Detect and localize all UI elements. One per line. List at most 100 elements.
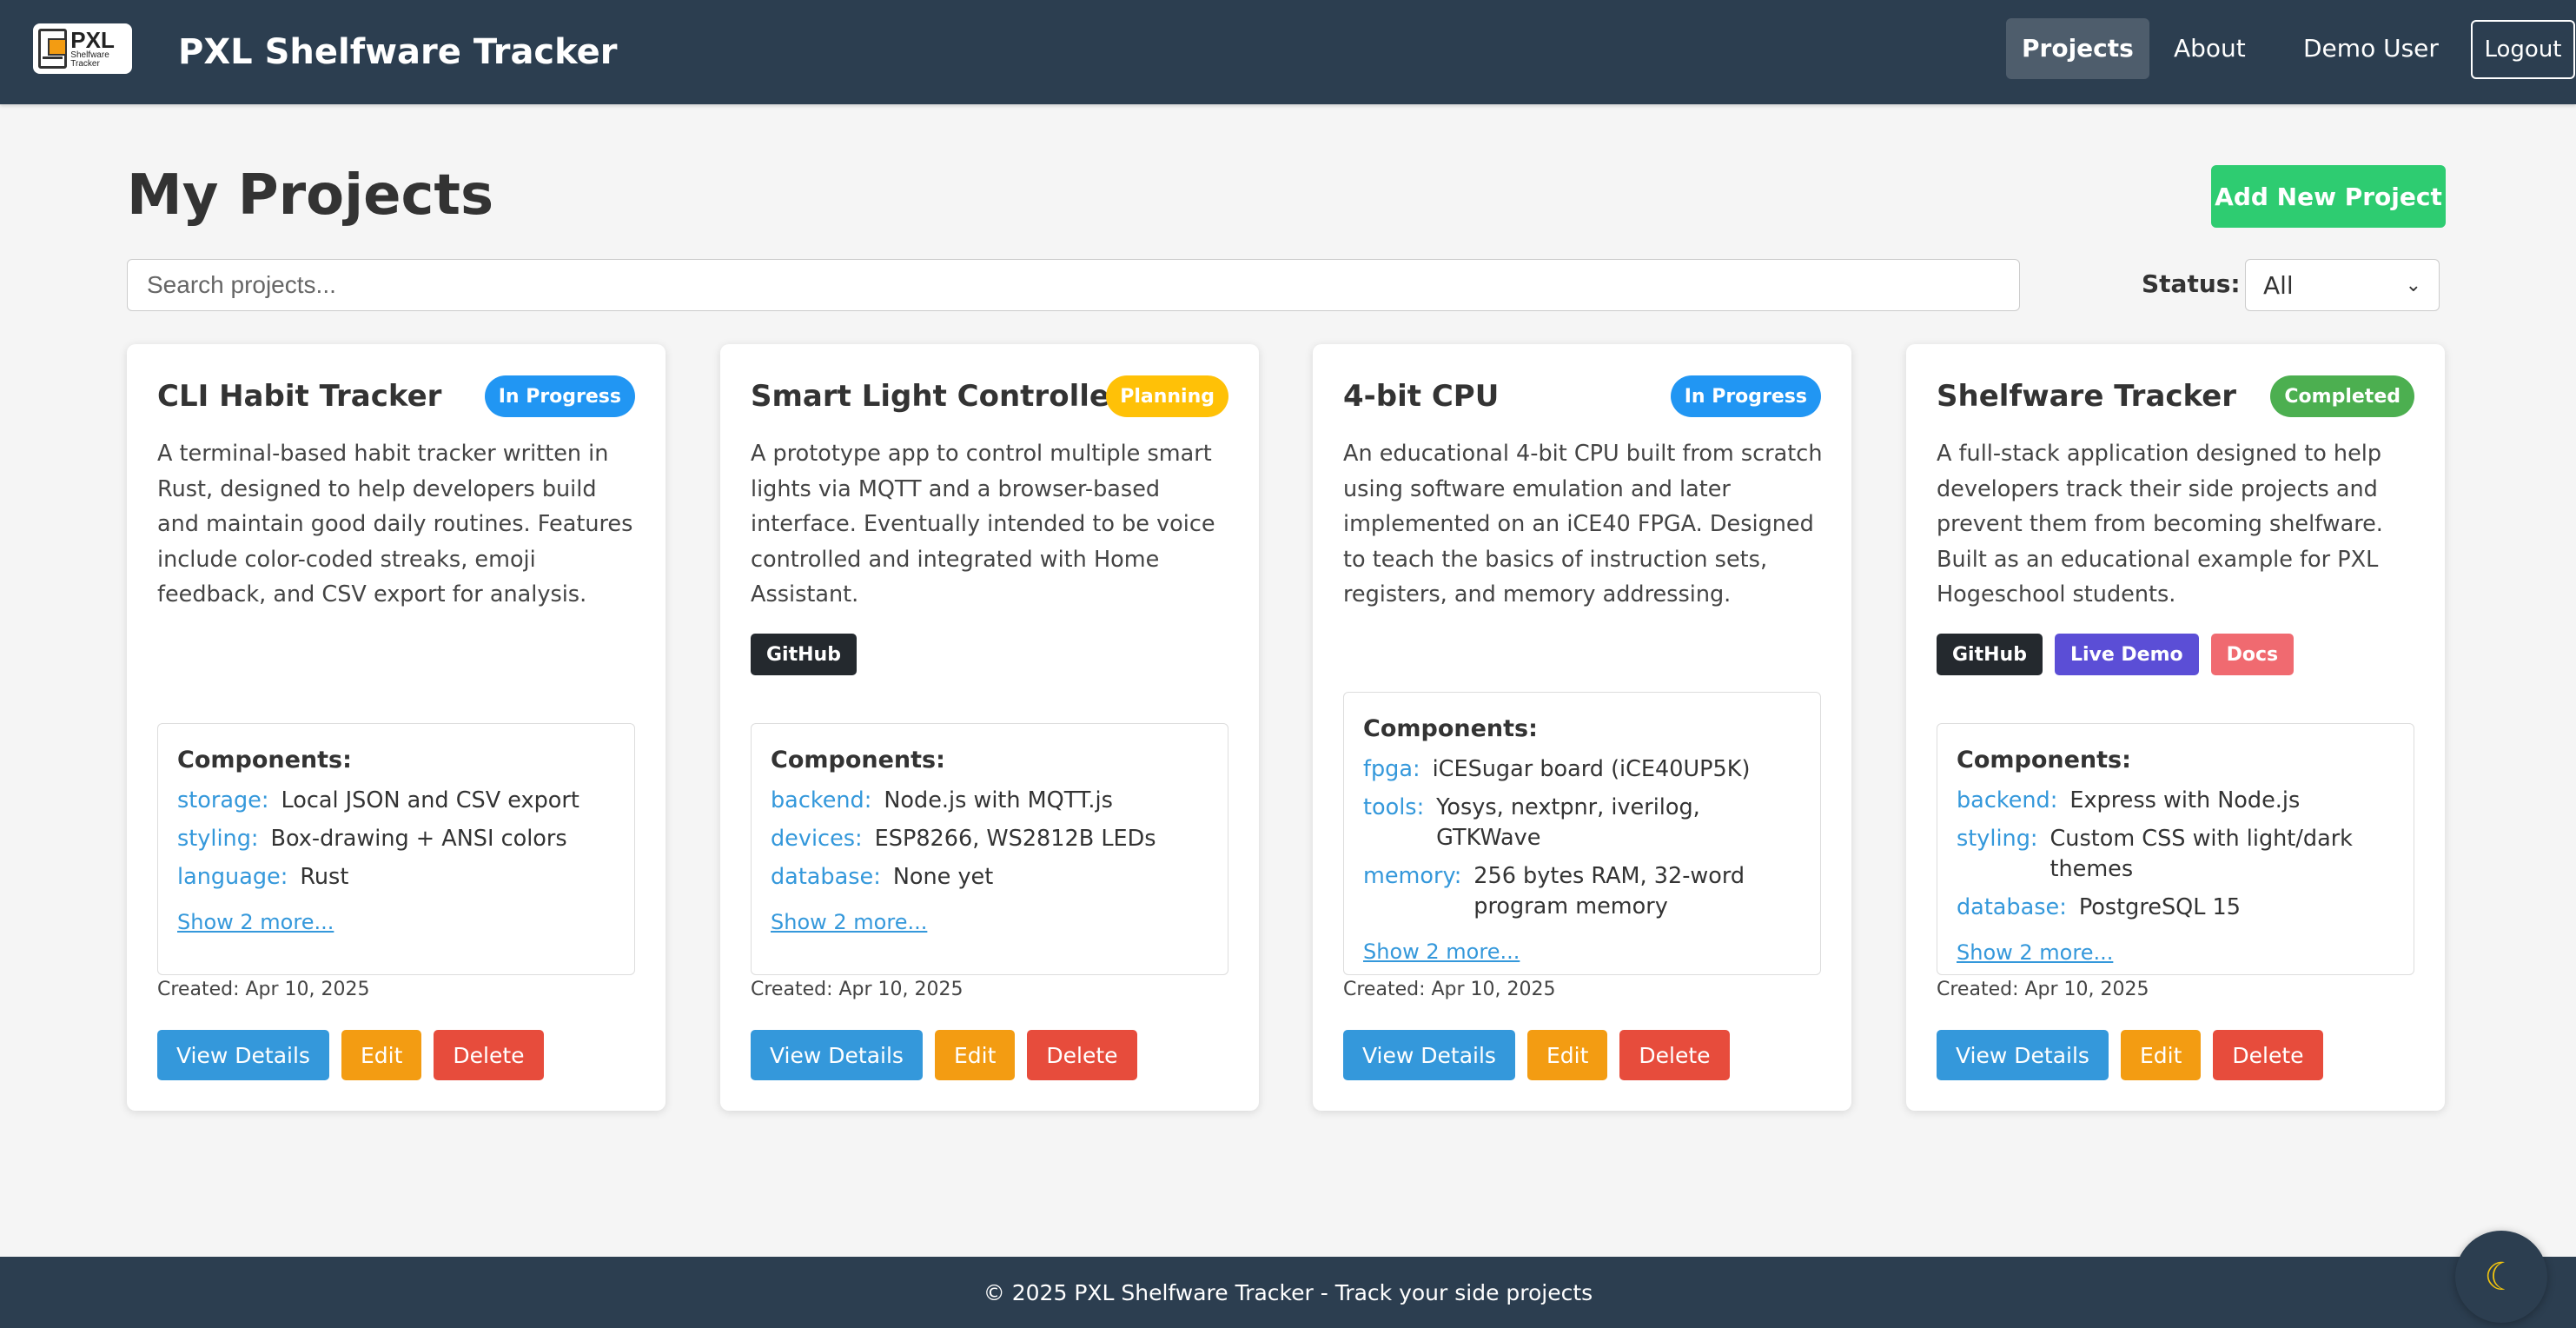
show-more-link[interactable]: Show 2 more... <box>771 910 1209 950</box>
component-key: devices: <box>771 826 863 852</box>
search-input[interactable] <box>127 259 2020 311</box>
components-heading: Components: <box>1363 715 1538 742</box>
component-value: Local JSON and CSV export <box>281 787 579 813</box>
component-row: database: None yet <box>771 862 1209 893</box>
component-key: backend: <box>1957 787 2058 813</box>
component-row: styling: Custom CSS with light/dark them… <box>1957 824 2394 885</box>
show-more-link[interactable]: Show 2 more... <box>1363 940 1801 979</box>
components-heading: Components: <box>1957 747 2131 774</box>
logo-mark-icon <box>38 29 68 69</box>
delete-button[interactable]: Delete <box>1027 1030 1137 1080</box>
project-card: CLI Habit Tracker In Progress A terminal… <box>127 344 666 1111</box>
component-value: iCESugar board (iCE40UP5K) <box>1432 756 1751 782</box>
edit-button[interactable]: Edit <box>341 1030 422 1080</box>
component-key: database: <box>1957 894 2067 920</box>
project-title: 4-bit CPU <box>1343 379 1500 414</box>
created-date: Created: Apr 10, 2025 <box>1937 979 2149 1000</box>
nav-projects[interactable]: Projects <box>2006 18 2149 79</box>
project-description: A terminal-based habit tracker written i… <box>157 441 633 608</box>
github-link[interactable]: GitHub <box>751 634 857 675</box>
component-key: styling: <box>1957 826 2038 852</box>
add-project-button[interactable]: Add New Project <box>2211 165 2446 228</box>
status-filter-label: Status: <box>2142 269 2241 298</box>
component-value: Yosys, nextpnr, iverilog, GTKWave <box>1436 794 1700 851</box>
logo-subtext: Shelfware Tracker <box>70 50 109 69</box>
created-date: Created: Apr 10, 2025 <box>751 979 964 1000</box>
component-value: PostgreSQL 15 <box>2078 894 2241 920</box>
component-key: memory: <box>1363 863 1462 889</box>
components-heading: Components: <box>771 747 945 774</box>
show-more-link[interactable]: Show 2 more... <box>1957 940 2394 980</box>
status-badge: In Progress <box>1670 375 1821 417</box>
component-row: backend: Express with Node.js <box>1957 786 2394 816</box>
component-key: styling: <box>177 826 259 852</box>
component-row: fpga: iCESugar board (iCE40UP5K) <box>1363 754 1801 785</box>
card-actions: View Details Edit Delete <box>157 1030 544 1080</box>
components-box: Components: backend: Express with Node.j… <box>1937 723 2414 975</box>
component-row: language: Rust <box>177 862 615 893</box>
brand-title[interactable]: PXL Shelfware Tracker <box>178 26 618 78</box>
card-actions: View Details Edit Delete <box>1343 1030 1730 1080</box>
status-filter-value: All <box>2263 270 2294 300</box>
component-key: tools: <box>1363 794 1425 820</box>
show-more-link[interactable]: Show 2 more... <box>177 910 615 950</box>
components-box: Components: storage: Local JSON and CSV … <box>157 723 635 975</box>
logo-text: PXL <box>70 27 115 53</box>
project-links: GitHub Live Demo Docs <box>1937 634 2295 675</box>
view-details-button[interactable]: View Details <box>1937 1030 2109 1080</box>
component-key: language: <box>177 864 288 890</box>
page-title: My Projects <box>127 163 494 228</box>
created-date: Created: Apr 10, 2025 <box>157 979 370 1000</box>
theme-toggle-button[interactable]: ☾ <box>2455 1231 2547 1323</box>
components-box: Components: fpga: iCESugar board (iCE40U… <box>1343 692 1821 975</box>
live-demo-link[interactable]: Live Demo <box>2054 634 2199 675</box>
component-row: tools: Yosys, nextpnr, iverilog, GTKWave <box>1363 793 1801 853</box>
edit-button[interactable]: Edit <box>1526 1030 1608 1080</box>
component-value: Box-drawing + ANSI colors <box>270 826 567 852</box>
app-logo[interactable]: PXL Shelfware Tracker <box>33 23 132 74</box>
component-value: ESP8266, WS2812B LEDs <box>874 826 1156 852</box>
status-filter-select[interactable]: All ⌄ <box>2245 259 2440 311</box>
view-details-button[interactable]: View Details <box>751 1030 923 1080</box>
view-details-button[interactable]: View Details <box>157 1030 329 1080</box>
github-link[interactable]: GitHub <box>1937 634 2043 675</box>
view-details-button[interactable]: View Details <box>1343 1030 1515 1080</box>
navbar: PXL Shelfware Tracker PXL Shelfware Trac… <box>0 0 2576 104</box>
component-value: Rust <box>300 864 349 890</box>
component-value: Custom CSS with light/dark themes <box>2050 826 2353 882</box>
chevron-down-icon: ⌄ <box>2405 274 2421 296</box>
component-value: None yet <box>892 864 994 890</box>
edit-button[interactable]: Edit <box>2120 1030 2202 1080</box>
footer-text: © 2025 PXL Shelfware Tracker - Track you… <box>983 1279 1593 1305</box>
card-actions: View Details Edit Delete <box>751 1030 1137 1080</box>
component-value: 256 bytes RAM, 32-word program memory <box>1473 863 1745 920</box>
component-row: storage: Local JSON and CSV export <box>177 786 615 816</box>
component-row: devices: ESP8266, WS2812B LEDs <box>771 824 1209 854</box>
nav-user[interactable]: Demo User <box>2288 18 2454 79</box>
component-key: storage: <box>177 787 269 813</box>
project-description: A full-stack application designed to hel… <box>1937 441 2383 608</box>
status-badge: In Progress <box>484 375 635 417</box>
component-value: Express with Node.js <box>2069 787 2301 813</box>
components-box: Components: backend: Node.js with MQTT.j… <box>751 723 1228 975</box>
project-card: Shelfware Tracker Completed A full-stack… <box>1906 344 2445 1111</box>
component-row: memory: 256 bytes RAM, 32-word program m… <box>1363 861 1801 922</box>
component-row: backend: Node.js with MQTT.js <box>771 786 1209 816</box>
delete-button[interactable]: Delete <box>434 1030 544 1080</box>
component-row: styling: Box-drawing + ANSI colors <box>177 824 615 854</box>
component-key: fpga: <box>1363 756 1420 782</box>
component-key: backend: <box>771 787 872 813</box>
component-value: Node.js with MQTT.js <box>884 787 1113 813</box>
card-actions: View Details Edit Delete <box>1937 1030 2323 1080</box>
project-card: Smart Light Controller Planning A protot… <box>720 344 1259 1111</box>
project-description: An educational 4-bit CPU built from scra… <box>1343 441 1823 608</box>
docs-link[interactable]: Docs <box>2210 634 2295 675</box>
delete-button[interactable]: Delete <box>2213 1030 2323 1080</box>
logout-button[interactable]: Logout <box>2471 20 2575 79</box>
project-links: GitHub <box>751 634 857 675</box>
project-title: CLI Habit Tracker <box>157 379 442 414</box>
components-heading: Components: <box>177 747 352 774</box>
nav-about[interactable]: About <box>2158 18 2261 79</box>
delete-button[interactable]: Delete <box>1619 1030 1730 1080</box>
edit-button[interactable]: Edit <box>934 1030 1016 1080</box>
